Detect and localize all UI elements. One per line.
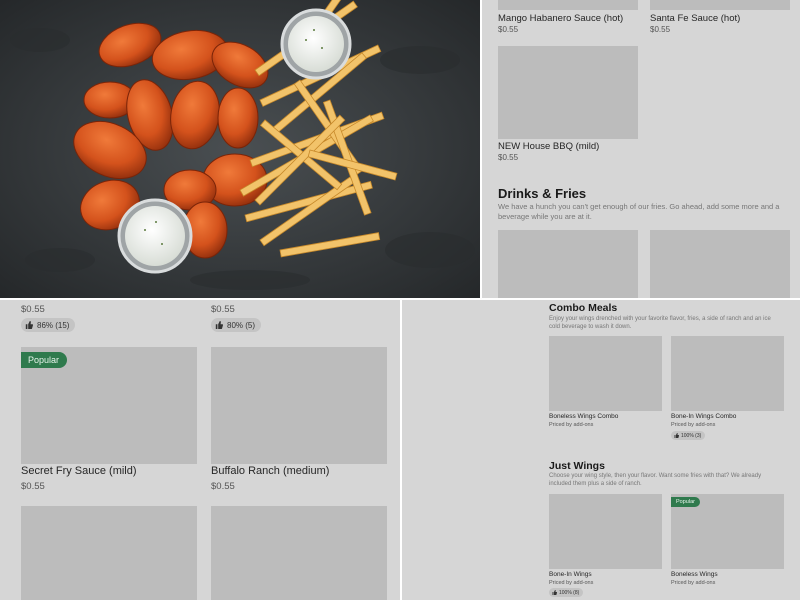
menu-item-name[interactable]: NEW House BBQ (mild) — [498, 141, 599, 152]
menu-item-image[interactable] — [549, 336, 662, 411]
menu-item-name[interactable]: Bone-In Wings Combo — [671, 413, 736, 420]
menu-item-image[interactable] — [211, 347, 387, 464]
menu-item-image[interactable] — [650, 230, 790, 298]
menu-item-price: Priced by add-ons — [671, 422, 716, 428]
menu-item-image[interactable] — [650, 0, 790, 10]
menu-panel-sauces-drinks: Mango Habanero Sauce (hot) $0.55 Santa F… — [482, 0, 800, 298]
menu-item-price: Priced by add-ons — [549, 580, 594, 586]
popular-badge: Popular — [21, 352, 68, 368]
menu-item-price: $0.55 — [211, 304, 235, 315]
section-title: Just Wings — [549, 460, 605, 472]
menu-item-image[interactable] — [21, 506, 197, 600]
thumbs-up-icon — [674, 433, 679, 438]
menu-item-image[interactable] — [671, 336, 784, 411]
rating-pill: 86% (15) — [21, 318, 76, 332]
hero-food-image — [0, 0, 480, 298]
menu-item-price: $0.55 — [650, 25, 671, 34]
menu-item-image[interactable] — [498, 46, 638, 139]
menu-item-image[interactable] — [498, 0, 638, 10]
menu-item-name[interactable]: Mango Habanero Sauce (hot) — [498, 13, 623, 24]
menu-item-image[interactable] — [549, 494, 662, 569]
section-description: We have a hunch you can't get enough of … — [498, 202, 780, 221]
rating-pill: 80% (5) — [211, 318, 262, 332]
menu-item-price: $0.55 — [21, 481, 45, 492]
rating-pill: 100% (3) — [671, 431, 706, 440]
popular-badge: Popular — [671, 497, 700, 507]
rating-text: 80% (5) — [227, 320, 256, 330]
section-title: Combo Meals — [549, 302, 618, 314]
menu-item-price: $0.55 — [498, 153, 519, 162]
menu-panel-combos-wings: Combo Meals Enjoy your wings drenched wi… — [402, 300, 800, 600]
thumbs-up-icon — [215, 321, 223, 329]
menu-item-image[interactable] — [211, 506, 387, 600]
menu-item-price: Priced by add-ons — [671, 580, 716, 586]
rating-text: 100% (3) — [681, 432, 702, 439]
rating-text: 86% (15) — [37, 320, 70, 330]
menu-item-price: $0.55 — [211, 481, 235, 492]
menu-item-name[interactable]: Secret Fry Sauce (mild) — [21, 465, 137, 477]
menu-item-name[interactable]: Boneless Wings Combo — [549, 413, 618, 420]
section-title: Drinks & Fries — [498, 186, 587, 201]
menu-item-name[interactable]: Boneless Wings — [671, 571, 718, 578]
rating-text: 100% (8) — [559, 589, 580, 596]
thumbs-up-icon — [552, 590, 557, 595]
menu-item-name[interactable]: Bone-In Wings — [549, 571, 592, 578]
section-description: Enjoy your wings drenched with your favo… — [549, 316, 771, 330]
menu-panel-sauces-zoomed: $0.55 $0.55 86% (15) 80% (5) Popular Sec… — [0, 300, 400, 600]
rating-pill: 100% (8) — [549, 588, 584, 597]
wings-fries-illustration — [0, 0, 480, 298]
thumbs-up-icon — [25, 321, 33, 329]
menu-item-image[interactable] — [498, 230, 638, 298]
menu-item-price: Priced by add-ons — [549, 422, 594, 428]
menu-item-name[interactable]: Santa Fe Sauce (hot) — [650, 13, 740, 24]
menu-item-name[interactable]: Buffalo Ranch (medium) — [211, 465, 329, 477]
menu-item-price: $0.55 — [498, 25, 519, 34]
section-description: Choose your wing style, then your flavor… — [549, 473, 762, 487]
menu-item-price: $0.55 — [21, 304, 45, 315]
